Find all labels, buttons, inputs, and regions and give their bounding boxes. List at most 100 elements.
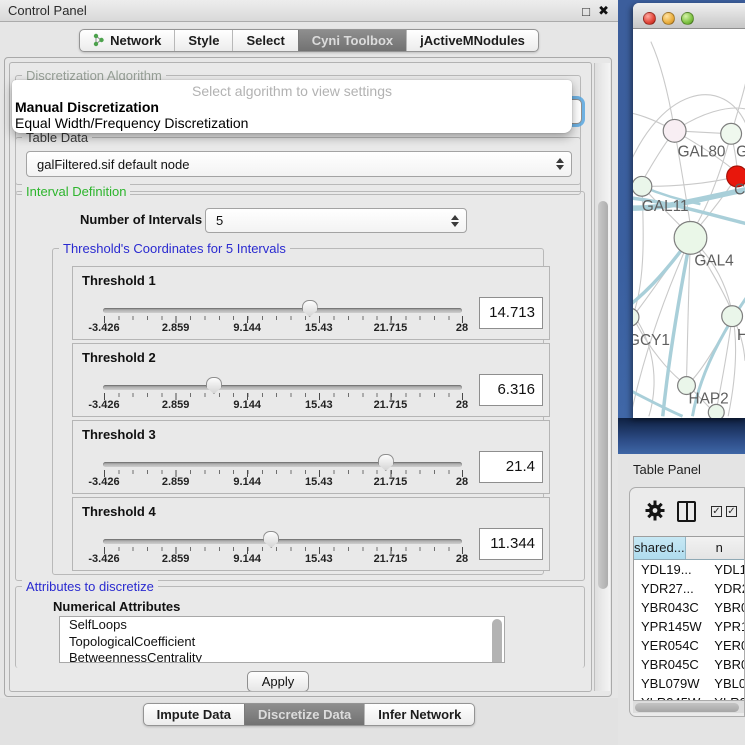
float-window-icon[interactable]: □ (582, 4, 590, 19)
popup-item-equal-width-frequency[interactable]: Equal Width/Frequency Discretization (15, 115, 248, 131)
column-header-name[interactable]: n (686, 537, 745, 559)
number-of-intervals-combo[interactable]: 5 (205, 208, 467, 233)
table-cell[interactable]: YDR2 (707, 579, 745, 598)
tab-impute-data[interactable]: Impute Data (144, 704, 244, 725)
close-panel-icon[interactable]: ✖ (598, 3, 609, 19)
node-table: shared... n YDL19...YDL1YDR27...YDR2YBR0… (633, 536, 745, 713)
threshold-thumb-4[interactable] (263, 531, 279, 548)
table-header-row: shared... n (634, 537, 745, 560)
tab-infer-network[interactable]: Infer Network (364, 704, 474, 725)
table-row[interactable]: YPR145WYPR1 (634, 617, 745, 636)
table-cell[interactable]: YBR045C (634, 655, 707, 674)
table-cell[interactable]: YPR145W (634, 617, 707, 636)
minimize-traffic-light[interactable] (662, 12, 675, 25)
tab-discretize-data[interactable]: Discretize Data (244, 704, 364, 725)
checkbox-icon[interactable]: ✓ (726, 506, 737, 517)
threshold-thumb-3[interactable] (378, 454, 394, 471)
tab-infer-network-label: Infer Network (378, 707, 461, 722)
tick-label: 9.144 (233, 553, 261, 565)
desktop-shadow (618, 418, 745, 454)
table-cell[interactable]: YPR1 (707, 617, 745, 636)
table-row[interactable]: YBR043CYBR0 (634, 598, 745, 617)
table-row[interactable]: YDR27...YDR2 (634, 579, 745, 598)
table-cell[interactable]: YDL1 (707, 560, 745, 579)
list-item[interactable]: TopologicalCoefficient (60, 634, 504, 651)
table-cell[interactable]: YBR043C (634, 598, 707, 617)
table-row[interactable]: YER054CYER0 (634, 636, 745, 655)
checkbox-icon[interactable]: ✓ (711, 506, 722, 517)
node-top-right[interactable] (721, 123, 742, 144)
combo-stepper-icon (556, 158, 564, 170)
control-panel-title: Control Panel (0, 3, 87, 18)
gear-icon[interactable] (644, 499, 666, 522)
node-gal80[interactable] (663, 119, 686, 142)
threshold-4-value-field[interactable]: 11.344 (479, 528, 543, 560)
tick-label: 15.43 (305, 476, 333, 488)
tab-style[interactable]: Style (174, 30, 232, 51)
threshold-2-panel: Threshold 2 -3.4262.8599.14415.4321.7152… (72, 343, 550, 417)
tab-select[interactable]: Select (232, 30, 297, 51)
network-canvas[interactable]: GAL80 GA C GAL11 GAL4 GCY1 H HAP2 (633, 29, 745, 418)
table-cell[interactable]: YDR27... (634, 579, 707, 598)
node-label: C (734, 181, 745, 198)
table-cell[interactable]: YDL19... (634, 560, 707, 579)
popup-item-manual-discretization[interactable]: Manual Discretization (15, 99, 159, 115)
close-traffic-light[interactable] (643, 12, 656, 25)
node-label: GAL11 (642, 198, 689, 215)
network-window-titlebar[interactable] (633, 3, 745, 29)
table-data-combo[interactable]: galFiltered.sif default node (26, 151, 572, 177)
control-panel-tab-bar: Network Style Select Cyni Toolbox jActiv… (0, 23, 618, 57)
table-cell[interactable]: YBL0 (707, 674, 745, 693)
threshold-1-value-field[interactable]: 14.713 (479, 297, 543, 329)
thresholds-group-title: Threshold's Coordinates for 5 Intervals (59, 241, 290, 256)
threshold-4-slider[interactable] (103, 539, 462, 544)
tick-label: 2.859 (162, 476, 190, 488)
node-gal11[interactable] (633, 176, 652, 196)
tick-label: 9.144 (233, 399, 261, 411)
node-gcy1[interactable] (633, 308, 639, 326)
attributes-group-title: Attributes to discretize (22, 579, 158, 594)
tick-label: 9.144 (233, 322, 261, 334)
threshold-1-label: Threshold 1 (82, 273, 156, 288)
attributes-list-scrollbar[interactable] (492, 619, 502, 663)
tab-cyni-toolbox[interactable]: Cyni Toolbox (298, 30, 406, 51)
table-cell[interactable]: YER054C (634, 636, 707, 655)
cyni-panel-scrollbar[interactable] (594, 63, 610, 691)
tick-label: 21.715 (374, 476, 408, 488)
table-horizontal-scrollbar[interactable] (633, 700, 745, 713)
scrollbar-thumb[interactable] (635, 703, 739, 712)
column-header-shared[interactable]: shared... (634, 537, 686, 559)
table-row[interactable]: YBR045CYBR0 (634, 655, 745, 674)
zoom-traffic-light[interactable] (681, 12, 694, 25)
node-h[interactable] (722, 306, 743, 327)
node-gal4[interactable] (674, 222, 707, 255)
table-cell[interactable]: YBR0 (707, 598, 745, 617)
tick-label: 15.43 (305, 322, 333, 334)
numerical-attributes-list[interactable]: SelfLoops TopologicalCoefficient Between… (59, 616, 505, 663)
threshold-thumb-1[interactable] (302, 300, 318, 317)
list-item[interactable]: SelfLoops (60, 617, 504, 634)
threshold-1-slider[interactable] (103, 308, 462, 313)
tab-select-label: Select (246, 33, 284, 48)
tab-jactivemnodules[interactable]: jActiveMNodules (406, 30, 538, 51)
apply-button[interactable]: Apply (247, 671, 309, 692)
table-cell[interactable]: YBR0 (707, 655, 745, 674)
list-item[interactable]: BetweennessCentrality (60, 650, 504, 663)
scrollbar-thumb[interactable] (598, 201, 608, 589)
tick-label: 28 (456, 476, 468, 488)
table-cell[interactable]: YBL079W (634, 674, 707, 693)
tick-label: 28 (456, 322, 468, 334)
threshold-2-label: Threshold 2 (82, 350, 156, 365)
threshold-2-value-field[interactable]: 6.316 (479, 374, 543, 406)
table-row[interactable]: YDL19...YDL1 (634, 560, 745, 579)
threshold-2-slider[interactable] (103, 385, 462, 390)
threshold-thumb-2[interactable] (206, 377, 222, 394)
tab-discretize-data-label: Discretize Data (258, 707, 351, 722)
table-row[interactable]: YBL079WYBL0 (634, 674, 745, 693)
threshold-3-value-field[interactable]: 21.4 (479, 451, 543, 483)
table-cell[interactable]: YER0 (707, 636, 745, 655)
column-layout-icon[interactable] (677, 501, 696, 522)
tab-network[interactable]: Network (80, 30, 174, 51)
node-label: GAL4 (694, 253, 734, 270)
threshold-3-slider[interactable] (103, 462, 462, 467)
